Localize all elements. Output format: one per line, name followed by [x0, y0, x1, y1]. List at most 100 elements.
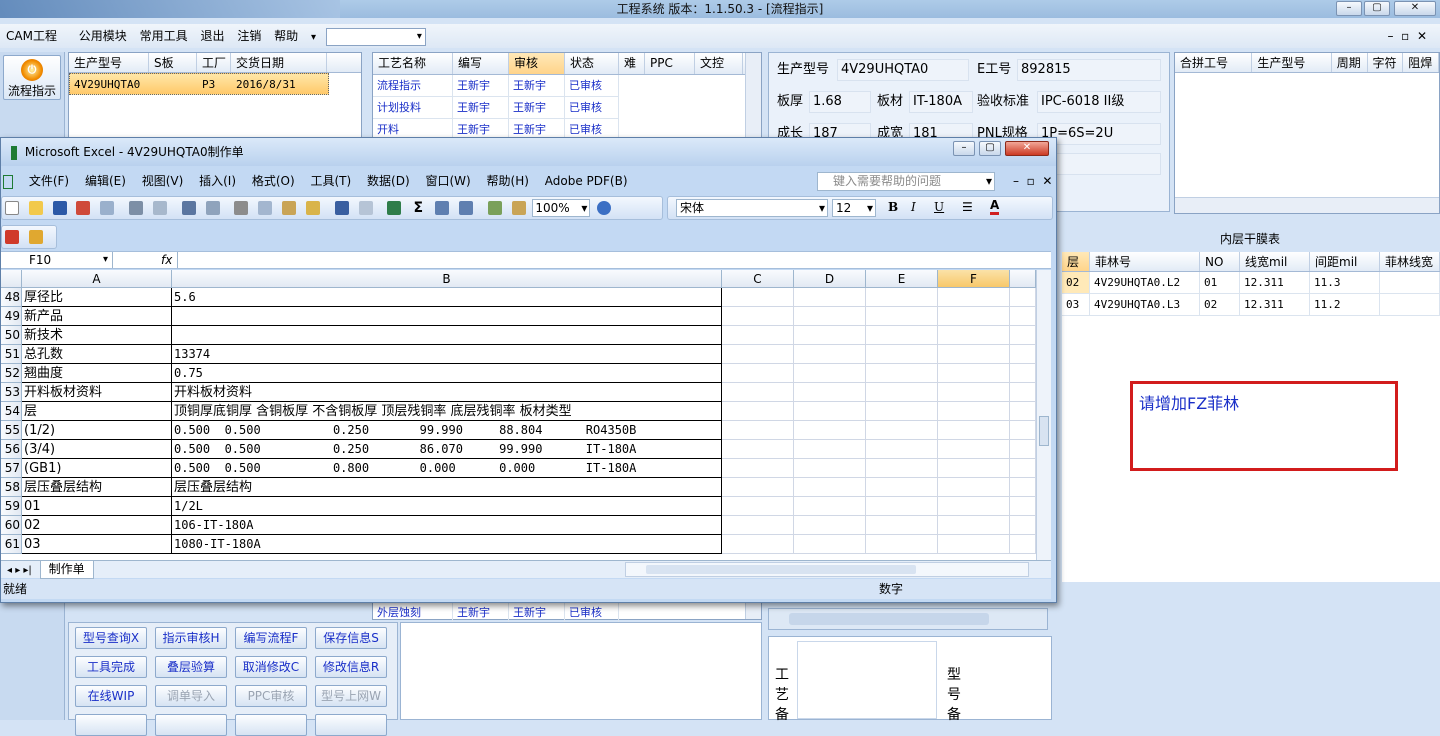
online-wip-button[interactable]: 在线WIP: [75, 685, 147, 707]
col-char[interactable]: 字符: [1368, 53, 1404, 72]
cell-f[interactable]: [938, 440, 1010, 459]
cell-a[interactable]: 层压叠层结构: [22, 478, 172, 497]
row-header[interactable]: 52: [1, 364, 22, 383]
cell-c[interactable]: [722, 288, 794, 307]
row-header[interactable]: 53: [1, 383, 22, 402]
col-merge-model[interactable]: 生产型号: [1252, 53, 1332, 72]
material-field[interactable]: IT-180A: [909, 91, 973, 113]
cell-e[interactable]: [866, 326, 938, 345]
cell-c[interactable]: [722, 516, 794, 535]
cell-a[interactable]: 新产品: [22, 307, 172, 326]
cell-g[interactable]: [1010, 383, 1036, 402]
tool-complete-button[interactable]: 工具完成: [75, 656, 147, 678]
drawing-icon[interactable]: [511, 201, 526, 215]
extra-button[interactable]: [155, 714, 227, 736]
cell-d[interactable]: [794, 326, 866, 345]
email-icon[interactable]: [100, 201, 115, 215]
zoom-select[interactable]: 100% ▾: [532, 199, 591, 217]
cell-e[interactable]: [866, 364, 938, 383]
excel-menu-tools[interactable]: 工具(T): [311, 170, 352, 192]
cell-a[interactable]: 总孔数: [22, 345, 172, 364]
cell-e[interactable]: [866, 459, 938, 478]
write-flow-button[interactable]: 编写流程F: [235, 627, 307, 649]
help-search-input[interactable]: 键入需要帮助的问题 ▾: [817, 172, 995, 191]
extra-button[interactable]: [75, 714, 147, 736]
col-line-width[interactable]: 线宽mil: [1240, 252, 1310, 271]
undo-icon[interactable]: [334, 201, 349, 215]
cell-g[interactable]: [1010, 497, 1036, 516]
fx-icon[interactable]: fx: [161, 252, 172, 268]
cell-e[interactable]: [866, 383, 938, 402]
chevron-down-icon[interactable]: ▾: [986, 173, 992, 190]
cell-g[interactable]: [1010, 421, 1036, 440]
right-scroll-panel[interactable]: [768, 608, 1048, 630]
menu-more-icon[interactable]: ▾: [308, 26, 319, 50]
cell-b[interactable]: 开料板材资料: [172, 383, 722, 402]
stackup-check-button[interactable]: 叠层验算: [155, 656, 227, 678]
cell-g[interactable]: [1010, 402, 1036, 421]
cell-e[interactable]: [866, 535, 938, 554]
edit-info-button[interactable]: 修改信息R: [315, 656, 387, 678]
cell-d[interactable]: [794, 364, 866, 383]
cell-b[interactable]: 1080-IT-180A: [172, 535, 722, 554]
col-ppc[interactable]: PPC: [645, 53, 695, 74]
cell-f[interactable]: [938, 402, 1010, 421]
cell-a[interactable]: (1/2): [22, 421, 172, 440]
cell-d[interactable]: [794, 535, 866, 554]
cell-f[interactable]: [938, 288, 1010, 307]
cell-g[interactable]: [1010, 364, 1036, 383]
cell-b[interactable]: 5.6: [172, 288, 722, 307]
menu-tools[interactable]: 常用工具: [137, 24, 191, 48]
col-status[interactable]: 状态: [565, 53, 619, 74]
cell-c[interactable]: [722, 307, 794, 326]
row-header[interactable]: 60: [1, 516, 22, 535]
process-note-field[interactable]: [797, 641, 937, 719]
save-info-button[interactable]: 保存信息S: [315, 627, 387, 649]
cell-f[interactable]: [938, 421, 1010, 440]
excel-menu-window[interactable]: 窗口(W): [425, 170, 470, 192]
col-difficulty[interactable]: 难: [619, 53, 645, 74]
extra-button[interactable]: [235, 714, 307, 736]
extra-button[interactable]: [315, 714, 387, 736]
minimize-button[interactable]: –: [1336, 1, 1362, 16]
cell-f[interactable]: [938, 535, 1010, 554]
col-model[interactable]: 生产型号: [69, 53, 149, 72]
redo-icon[interactable]: [358, 201, 373, 215]
italic-icon[interactable]: I: [911, 200, 916, 214]
col-header-e[interactable]: E: [866, 270, 938, 288]
col-film-no[interactable]: 菲林号: [1090, 252, 1200, 271]
cell-g[interactable]: [1010, 345, 1036, 364]
menu-cam[interactable]: CAM工程: [3, 24, 60, 48]
cell-e[interactable]: [866, 402, 938, 421]
cell-a[interactable]: 03: [22, 535, 172, 554]
row-header[interactable]: 50: [1, 326, 22, 345]
table-row[interactable]: 02 4V29UHQTA0.L2 01 12.311 11.3: [1062, 272, 1440, 294]
sheet-tab[interactable]: 制作单: [39, 561, 94, 579]
cell-d[interactable]: [794, 516, 866, 535]
menu-common[interactable]: 公用模块: [76, 24, 130, 48]
cell-d[interactable]: [794, 288, 866, 307]
excel-menu-data[interactable]: 数据(D): [367, 170, 410, 192]
cell-b[interactable]: 0.500 0.500 0.250 86.070 99.990 IT-180A: [172, 440, 722, 459]
excel-minimize-button[interactable]: –: [953, 141, 975, 156]
col-header-a[interactable]: A: [22, 270, 172, 288]
excel-menu-insert[interactable]: 插入(I): [199, 170, 236, 192]
cell-e[interactable]: [866, 421, 938, 440]
flow-instruction-button[interactable]: ⏻ 流程指示: [3, 55, 61, 100]
cell-b[interactable]: 0.500 0.500 0.800 0.000 0.000 IT-180A: [172, 459, 722, 478]
cell-c[interactable]: [722, 402, 794, 421]
cell-f[interactable]: [938, 307, 1010, 326]
underline-icon[interactable]: U: [934, 200, 944, 214]
cell-b[interactable]: 顶铜厚底铜厚 含铜板厚 不含铜板厚 顶层残铜率 底层残铜率 板材类型: [172, 402, 722, 421]
model-query-button[interactable]: 型号查询X: [75, 627, 147, 649]
cell-a[interactable]: 厚径比: [22, 288, 172, 307]
close-button[interactable]: ✕: [1394, 1, 1436, 16]
cell-b[interactable]: 层压叠层结构: [172, 478, 722, 497]
col-reviewer[interactable]: 审核: [509, 53, 565, 74]
col-s-board[interactable]: S板: [149, 53, 197, 72]
cell-f[interactable]: [938, 516, 1010, 535]
cell-d[interactable]: [794, 478, 866, 497]
scroll-thumb[interactable]: [646, 565, 916, 574]
cell-c[interactable]: [722, 440, 794, 459]
table-row[interactable]: 外层蚀刻 王新宇 王新宇 已审核: [373, 602, 619, 624]
